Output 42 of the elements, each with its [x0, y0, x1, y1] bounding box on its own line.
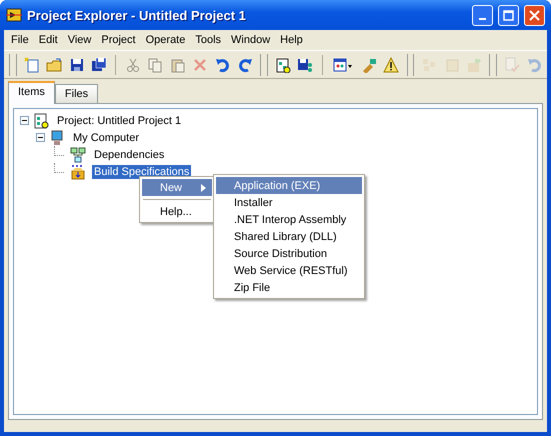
menu-item[interactable]: File	[6, 32, 34, 48]
menu-item[interactable]: Edit	[34, 32, 63, 48]
menu-option[interactable]: Web Service (RESTful)	[216, 262, 362, 279]
build-box-icon	[70, 164, 86, 180]
tree-item[interactable]: Build Specifications	[92, 164, 192, 178]
project-icon	[33, 112, 49, 128]
menu-option[interactable]: Source Distribution	[216, 245, 362, 262]
toolbar-grip[interactable]	[406, 54, 414, 76]
menu-option[interactable]: Installer	[216, 194, 362, 211]
menu-option[interactable]: Help...	[142, 203, 212, 220]
menu-item[interactable]: View	[62, 32, 96, 48]
tree-item[interactable]: My Computer	[71, 130, 142, 144]
computer-icon	[49, 130, 65, 146]
maximize-icon	[503, 10, 514, 20]
close-button[interactable]	[524, 4, 545, 26]
collapse-toggle[interactable]	[36, 133, 45, 142]
menu-option[interactable]: Shared Library (DLL)	[216, 228, 362, 245]
toolbar-grip[interactable]	[489, 54, 498, 76]
app-icon	[6, 7, 22, 23]
tree-item[interactable]: Project: Untitled Project 1	[55, 114, 184, 128]
toolbar-grip[interactable]	[9, 54, 17, 76]
menu-option[interactable]: Application (EXE)	[216, 177, 362, 194]
menu-item[interactable]: Operate	[140, 32, 190, 48]
maximize-button[interactable]	[498, 4, 519, 26]
submenu-arrow-icon	[201, 184, 206, 192]
tab[interactable]: Files	[54, 84, 98, 103]
tree-item[interactable]: Dependencies	[92, 148, 166, 162]
window-title: Project Explorer - Untitled Project 1	[27, 8, 247, 22]
minimize-button[interactable]	[472, 4, 493, 26]
menu-item[interactable]: Help	[275, 32, 308, 48]
menu-option[interactable]: New	[142, 179, 212, 196]
menu-option[interactable]: .NET Interop Assembly	[216, 211, 362, 228]
menu-option[interactable]: Zip File	[216, 279, 362, 296]
minimize-icon	[479, 18, 486, 20]
collapse-toggle[interactable]	[20, 116, 29, 125]
menu-item[interactable]: Window	[226, 32, 276, 48]
menu-item[interactable]: Tools	[190, 32, 226, 48]
menu-item[interactable]: Project	[96, 32, 141, 48]
close-icon	[529, 10, 540, 20]
tab[interactable]: Items	[8, 81, 55, 104]
toolbar-grip[interactable]	[260, 54, 268, 76]
dependencies-icon	[70, 146, 86, 162]
